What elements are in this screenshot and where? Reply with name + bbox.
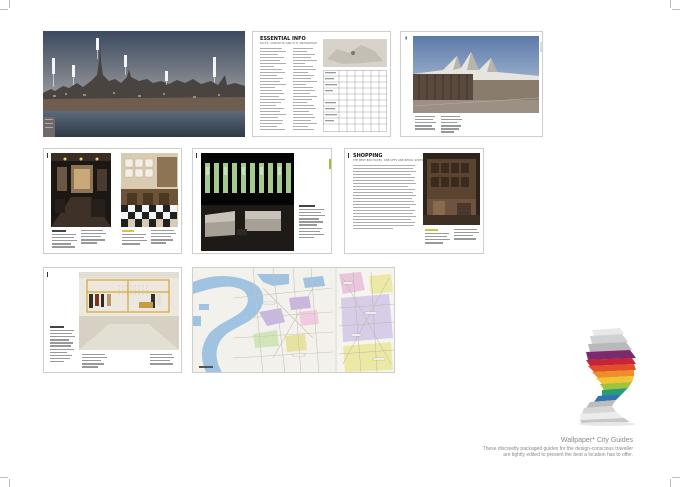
page-marker — [47, 272, 48, 277]
essential-info-grid-table — [323, 70, 387, 132]
bar-caption — [122, 230, 148, 246]
crop-mark — [0, 477, 8, 478]
spread-lounge — [192, 148, 332, 254]
shopping-body-text — [353, 165, 417, 231]
bar-shelves-photo — [121, 153, 178, 227]
page-marker — [196, 153, 197, 158]
page-tab — [329, 159, 331, 169]
shop-caption — [425, 229, 451, 245]
page-marker — [47, 153, 48, 158]
skyline-photo — [43, 31, 245, 137]
crop-mark — [0, 9, 8, 10]
page-number-marker: ▮ — [405, 35, 408, 40]
bar-interior-photo — [51, 153, 111, 227]
shop-caption — [454, 229, 480, 241]
station-caption — [415, 116, 437, 131]
essential-info-text-column — [260, 48, 290, 132]
page-tab — [540, 42, 542, 52]
essential-info-map-box — [323, 39, 387, 67]
station-photo — [413, 36, 539, 113]
station-caption — [441, 116, 463, 135]
page-marker — [348, 153, 349, 158]
spread-bar — [43, 148, 182, 254]
lounge-caption — [299, 205, 327, 240]
gallery-photo — [79, 272, 179, 350]
essential-info-text-column — [293, 48, 319, 132]
crop-mark — [672, 477, 680, 478]
essential-info-subheading: FACTS, CONTACTS AND CITY KNOWLEDGE — [260, 42, 318, 45]
spread-skyline — [43, 31, 245, 137]
crop-mark — [670, 479, 671, 487]
brand-title: Wallpaper* City Guides — [560, 437, 633, 444]
bar-caption — [52, 230, 78, 249]
gallery-caption — [50, 326, 76, 364]
city-map — [193, 268, 394, 372]
crop-mark — [672, 9, 680, 10]
gallery-caption — [150, 354, 176, 366]
gallery-caption — [82, 354, 108, 369]
lounge-photo — [201, 153, 294, 251]
crop-mark — [670, 0, 671, 8]
spread-gallery — [43, 267, 182, 373]
crop-mark — [9, 479, 10, 487]
spread-map — [192, 267, 395, 373]
bar-caption — [81, 230, 107, 245]
shopping-subheading: THE BEST BOUTIQUES, ONE-OFFS AND RETAIL … — [353, 159, 424, 162]
spread-station: ▮ — [400, 31, 543, 137]
crop-mark — [9, 0, 10, 8]
spread-essential-info: ESSENTIAL INFO FACTS, CONTACTS AND CITY … — [252, 31, 391, 137]
guide-books-stack — [579, 328, 636, 426]
brand-tagline-line-2: are tightly edited to present the best a… — [503, 452, 633, 458]
spread-shopping: SHOPPING THE BEST BOUTIQUES, ONE-OFFS AN… — [344, 148, 484, 254]
shop-interior-photo — [423, 153, 480, 225]
bar-caption — [151, 230, 177, 245]
